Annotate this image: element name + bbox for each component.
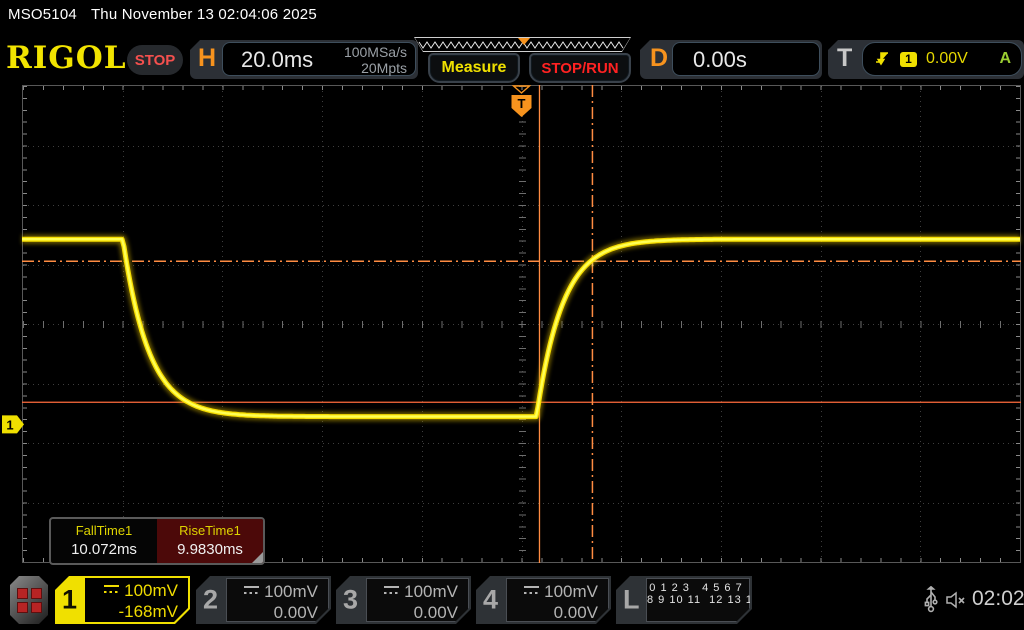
measure-button[interactable]: Measure xyxy=(428,53,520,83)
measure-name: FallTime1 xyxy=(51,523,157,538)
clock: 02:02 xyxy=(972,587,1024,611)
channel-offset: 0.00V xyxy=(507,602,598,623)
model-name: MSO5104 xyxy=(8,6,77,23)
channel-readout: 100mV -168mV xyxy=(85,578,188,622)
channel-readout: 100mV 0.00V xyxy=(226,578,329,622)
channel-3-box[interactable]: 3 100mV 0.00V xyxy=(336,576,471,624)
trigger-label: T xyxy=(837,44,852,73)
stop-run-button[interactable]: STOP/RUN xyxy=(529,53,631,83)
channel-scale: 100mV xyxy=(264,582,318,601)
falling-edge-icon xyxy=(873,51,891,67)
dc-coupling-icon xyxy=(104,585,119,596)
measure-value: 10.072ms xyxy=(51,541,157,558)
preview-trigger-marker-icon[interactable] xyxy=(518,38,530,45)
channel-1-ground-marker[interactable] xyxy=(2,415,24,433)
trigger-mode: A xyxy=(999,50,1011,68)
oscilloscope-screen: MSO5104 Thu November 13 02:04:06 2025 RIG… xyxy=(0,0,1024,630)
measure-name: RiseTime1 xyxy=(157,523,263,538)
delay-value: 0.00s xyxy=(693,47,747,73)
delay-readout: 0.00s xyxy=(672,42,820,76)
channel-menu-icon[interactable] xyxy=(10,576,48,624)
dc-coupling-icon xyxy=(244,586,259,597)
channel-offset: -168mV xyxy=(85,601,178,622)
channel-offset: 0.00V xyxy=(367,602,458,623)
measure-item-falltime[interactable]: FallTime1 10.072ms xyxy=(51,519,157,563)
titlebar: MSO5104 Thu November 13 02:04:06 2025 xyxy=(8,6,331,23)
channel-offset: 0.00V xyxy=(227,602,318,623)
channel-scale: 100mV xyxy=(544,582,598,601)
datetime: Thu November 13 02:04:06 2025 xyxy=(91,6,317,23)
channel-marker-number: 1 xyxy=(6,417,13,432)
logic-readout: 0 1 2 3 4 5 6 7 8 9 10 11 12 13 14 15 xyxy=(646,578,750,622)
sample-rate: 100MSa/s xyxy=(344,44,407,60)
center-axis-h xyxy=(23,321,1020,328)
measurement-popup: FallTime1 10.072ms RiseTime1 9.9830ms xyxy=(49,517,265,565)
channel-number: 2 xyxy=(203,585,218,616)
popup-fold-corner-icon xyxy=(252,552,263,563)
channel-1-box[interactable]: 1 100mV -168mV xyxy=(55,576,190,624)
channel-number: 3 xyxy=(343,585,358,616)
rigol-logo: RIGOL xyxy=(6,40,127,76)
measure-item-risetime[interactable]: RiseTime1 9.9830ms xyxy=(157,519,263,563)
channel-2-box[interactable]: 2 100mV 0.00V xyxy=(196,576,331,624)
measure-value: 9.9830ms xyxy=(157,541,263,558)
memory-depth: 20Mpts xyxy=(344,60,407,76)
trigger-panel[interactable]: T 1 0.00V A xyxy=(828,40,1024,79)
logic-label: L xyxy=(623,585,640,616)
dc-coupling-icon xyxy=(524,586,539,597)
horizontal-panel[interactable]: H 20.0ms 100MSa/s 20Mpts xyxy=(190,40,418,79)
trigger-source-badge: 1 xyxy=(900,52,917,67)
dc-coupling-icon xyxy=(384,586,399,597)
channel-number: 1 xyxy=(62,585,77,616)
graticule xyxy=(22,85,1021,563)
channel-4-box[interactable]: 4 100mV 0.00V xyxy=(476,576,611,624)
channel-readout: 100mV 0.00V xyxy=(506,578,609,622)
usb-icon xyxy=(920,586,942,614)
delay-panel[interactable]: D 0.00s xyxy=(640,40,822,79)
trigger-readout: 1 0.00V A xyxy=(862,42,1022,76)
run-state-badge[interactable]: STOP xyxy=(127,45,183,75)
channel-number: 4 xyxy=(483,585,498,616)
logic-row-2: 8 9 10 11 12 13 14 15 xyxy=(647,594,745,606)
logic-channels-box[interactable]: L 0 1 2 3 4 5 6 7 8 9 10 11 12 13 14 15 xyxy=(616,576,752,624)
channel-scale: 100mV xyxy=(124,581,178,600)
acquisition-info: 100MSa/s 20Mpts xyxy=(344,44,407,76)
channel-readout: 100mV 0.00V xyxy=(366,578,469,622)
speaker-muted-icon[interactable] xyxy=(944,590,968,610)
logic-row-1: 0 1 2 3 4 5 6 7 xyxy=(647,582,745,594)
channel-scale: 100mV xyxy=(404,582,458,601)
timebase-value: 20.0ms xyxy=(241,47,313,73)
delay-label: D xyxy=(650,44,668,73)
trigger-level-value: 0.00V xyxy=(926,50,968,68)
grid-icon xyxy=(17,588,42,613)
horizontal-readout: 20.0ms 100MSa/s 20Mpts xyxy=(222,42,416,76)
horizontal-label: H xyxy=(198,44,216,73)
